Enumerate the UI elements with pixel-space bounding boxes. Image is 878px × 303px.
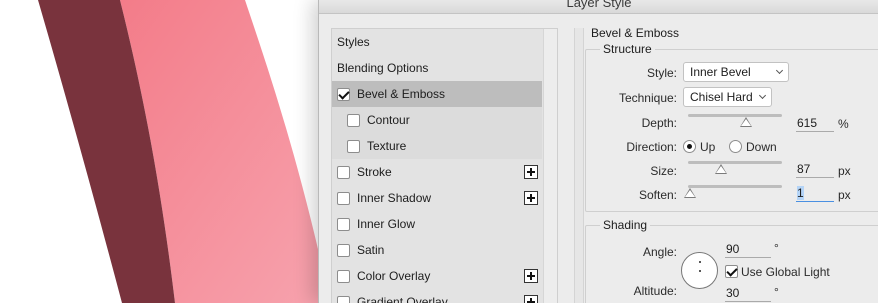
bevel-style-select[interactable]: Inner Bevel <box>683 62 789 82</box>
add-color-overlay-icon[interactable] <box>524 269 538 283</box>
style-item-bevel-emboss[interactable]: Bevel & Emboss <box>332 81 542 107</box>
style-item-label: Contour <box>367 113 410 127</box>
size-slider-thumb[interactable] <box>714 164 727 174</box>
style-list: Styles Blending Options Bevel & Emboss C… <box>331 28 558 303</box>
depth-value: 615 <box>797 116 818 130</box>
angle-label: Angle: <box>642 245 677 259</box>
angle-input[interactable]: 90 <box>725 242 771 258</box>
technique-select[interactable]: Chisel Hard <box>683 87 772 107</box>
depth-input[interactable]: 615 <box>796 116 834 132</box>
angle-dial[interactable] <box>681 252 718 289</box>
style-item-color-overlay[interactable]: Color Overlay <box>332 263 542 289</box>
style-item-label: Gradient Overlay <box>357 295 448 303</box>
soften-unit: px <box>838 188 851 202</box>
technique-label: Technique: <box>618 91 677 105</box>
style-item-styles[interactable]: Styles <box>332 29 542 55</box>
add-stroke-icon[interactable] <box>524 165 538 179</box>
soften-input[interactable]: 1 <box>796 186 834 202</box>
style-item-label: Inner Shadow <box>357 191 432 205</box>
use-global-light-label: Use Global Light <box>741 265 830 279</box>
soften-slider-thumb[interactable] <box>683 188 696 198</box>
angle-value: 90 <box>726 242 740 256</box>
direction-label: Direction: <box>626 140 677 154</box>
dial-center-dot <box>699 270 701 272</box>
chevron-down-icon <box>758 91 767 100</box>
gradient-overlay-checkbox[interactable] <box>337 295 350 303</box>
direction-down-radio[interactable] <box>729 140 742 153</box>
altitude-label: Altitude: <box>633 284 677 298</box>
altitude-unit: ° <box>774 285 779 299</box>
style-item-label: Bevel & Emboss <box>357 87 446 101</box>
add-inner-shadow-icon[interactable] <box>524 191 538 205</box>
inner-shadow-checkbox[interactable] <box>337 191 350 205</box>
size-unit: px <box>838 164 851 178</box>
style-item-label: Styles <box>337 35 370 49</box>
soften-value: 1 <box>797 186 804 200</box>
style-item-texture[interactable]: Texture <box>332 133 542 159</box>
depth-unit: % <box>838 117 849 131</box>
direction-up-label: Up <box>700 140 716 154</box>
altitude-input[interactable]: 30 <box>725 286 771 302</box>
style-item-inner-glow[interactable]: Inner Glow <box>332 211 542 237</box>
window-title: Layer Style <box>566 0 632 10</box>
size-slider-track[interactable] <box>688 161 782 164</box>
size-value: 87 <box>797 162 811 176</box>
shading-heading: Shading <box>600 218 651 232</box>
direction-up-radio[interactable] <box>683 140 696 153</box>
stroke-checkbox[interactable] <box>337 165 350 179</box>
style-item-label: Satin <box>357 243 385 257</box>
style-item-label: Color Overlay <box>357 269 431 283</box>
style-item-satin[interactable]: Satin <box>332 237 542 263</box>
style-item-contour[interactable]: Contour <box>332 107 542 133</box>
add-gradient-overlay-icon[interactable] <box>524 295 538 303</box>
angle-indicator-dot <box>699 261 701 263</box>
soften-label: Soften: <box>638 188 677 202</box>
style-list-scrollbar[interactable] <box>543 29 557 303</box>
inner-glow-checkbox[interactable] <box>337 217 350 231</box>
style-item-gradient-overlay[interactable]: Gradient Overlay <box>332 289 542 303</box>
contour-checkbox[interactable] <box>347 113 360 127</box>
texture-checkbox[interactable] <box>347 139 360 153</box>
bevel-emboss-checkbox[interactable] <box>337 87 350 101</box>
depth-label: Depth: <box>641 116 677 130</box>
angle-unit: ° <box>774 241 779 255</box>
size-input[interactable]: 87 <box>796 162 834 178</box>
technique-value: Chisel Hard <box>690 90 753 104</box>
use-global-light-checkbox[interactable] <box>725 265 738 278</box>
layer-style-dialog: Layer Style Styles Blending Options Beve… <box>318 0 878 303</box>
soften-slider-track[interactable] <box>688 185 782 188</box>
style-item-label: Stroke <box>357 165 392 179</box>
depth-slider-track[interactable] <box>688 114 782 117</box>
style-label: Style: <box>646 66 677 80</box>
structure-heading: Structure <box>600 42 655 56</box>
color-overlay-checkbox[interactable] <box>337 269 350 283</box>
style-item-label: Inner Glow <box>357 217 416 231</box>
style-item-blending-options[interactable]: Blending Options <box>332 55 542 81</box>
direction-down-label: Down <box>746 140 777 154</box>
satin-checkbox[interactable] <box>337 243 350 257</box>
style-item-label: Blending Options <box>337 61 429 75</box>
size-label: Size: <box>650 164 677 178</box>
depth-slider-thumb[interactable] <box>740 117 753 127</box>
style-item-stroke[interactable]: Stroke <box>332 159 542 185</box>
style-item-label: Texture <box>367 139 407 153</box>
title-bar[interactable]: Layer Style <box>319 0 878 14</box>
style-item-inner-shadow[interactable]: Inner Shadow <box>332 185 542 211</box>
bevel-emboss-heading: Bevel & Emboss <box>591 26 680 40</box>
altitude-value: 30 <box>726 286 740 300</box>
chevron-down-icon <box>775 66 784 75</box>
bevel-style-value: Inner Bevel <box>690 65 751 79</box>
